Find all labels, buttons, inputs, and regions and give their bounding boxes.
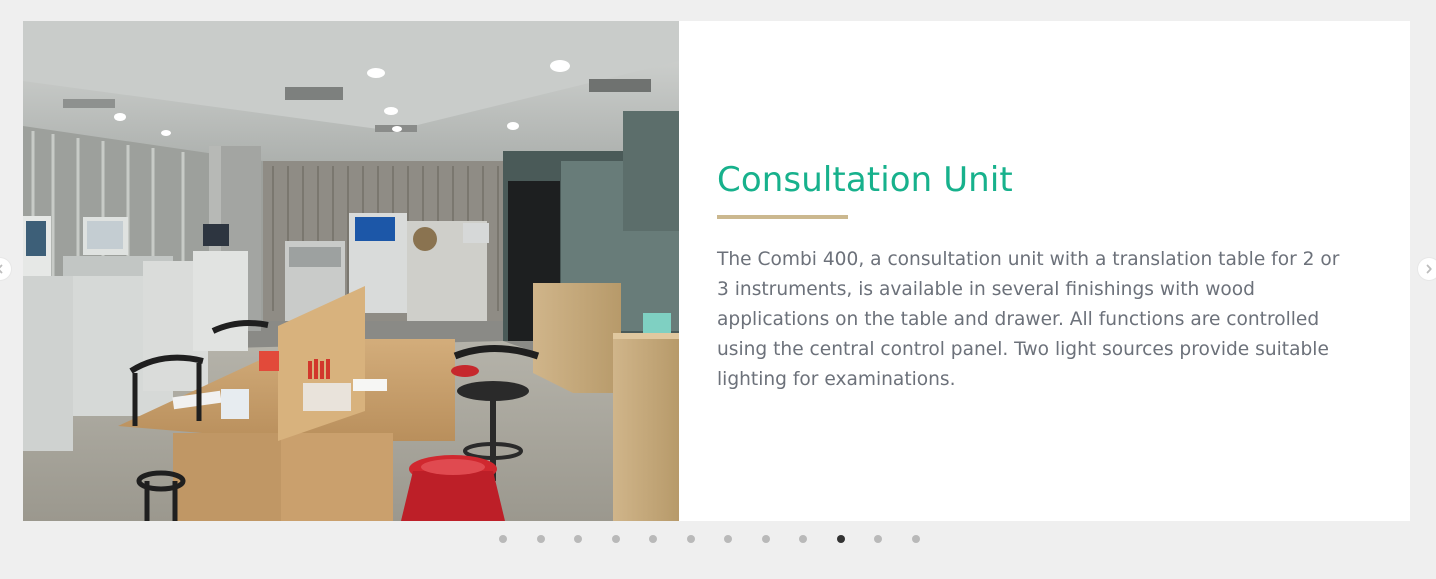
pagination-dot-10[interactable] <box>836 535 845 543</box>
carousel-pagination <box>499 530 920 548</box>
pagination-dot-9[interactable] <box>799 535 807 543</box>
carousel-slide: Consultation Unit The Combi 400, a consu… <box>23 21 1410 521</box>
pagination-dot-5[interactable] <box>649 535 657 543</box>
pagination-dot-7[interactable] <box>724 535 732 543</box>
pagination-dot-8[interactable] <box>761 535 770 543</box>
pagination-dot-4[interactable] <box>611 535 620 543</box>
slide-title: Consultation Unit <box>717 160 1013 200</box>
pagination-dot-11[interactable] <box>874 535 882 543</box>
pagination-dot-2[interactable] <box>536 535 545 543</box>
pagination-dot-3[interactable] <box>574 535 582 543</box>
pagination-dot-12[interactable] <box>911 535 920 543</box>
title-divider <box>717 214 848 219</box>
next-slide-button[interactable] <box>1418 258 1436 280</box>
chevron-right-icon <box>1424 264 1434 274</box>
slide-description: The Combi 400, a consultation unit with … <box>717 248 1340 390</box>
laboratory-photo <box>23 21 679 521</box>
pagination-dot-6[interactable] <box>686 535 695 543</box>
slide-content: Consultation Unit The Combi 400, a consu… <box>717 160 1357 395</box>
chevron-left-icon <box>0 264 5 274</box>
previous-slide-button[interactable] <box>0 258 11 280</box>
pagination-dot-1[interactable] <box>499 535 507 543</box>
